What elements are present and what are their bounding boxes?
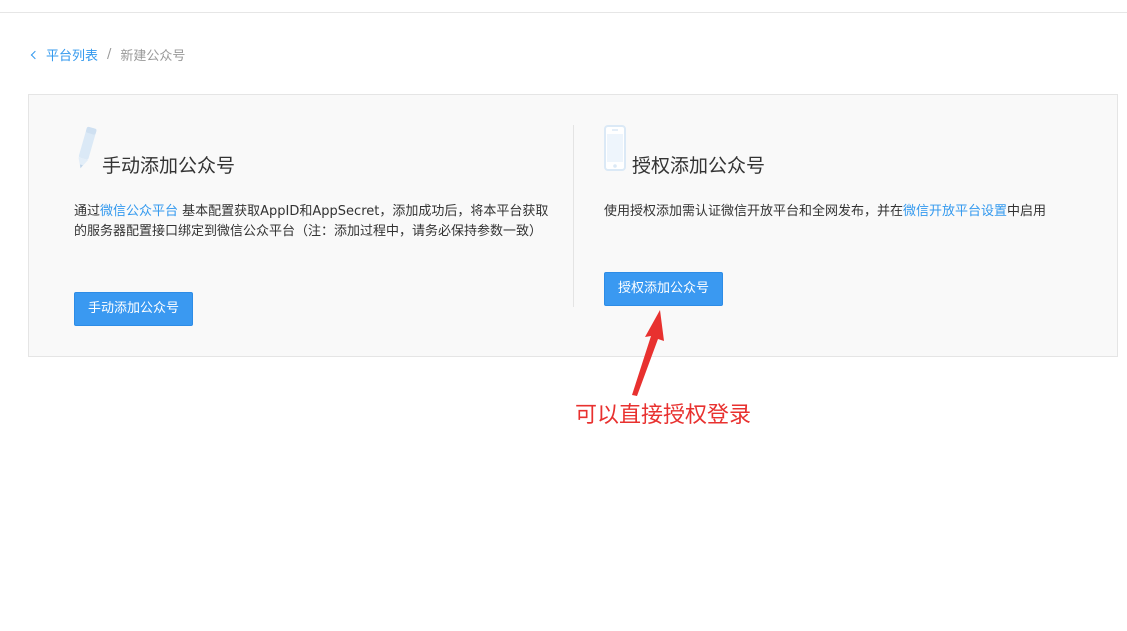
auth-card-description: 使用授权添加需认证微信开放平台和全网发布，并在微信开放平台设置中启用 — [604, 202, 1074, 222]
auth-desc-prefix: 使用授权添加需认证微信开放平台和全网发布，并在 — [604, 204, 904, 219]
auth-card-title: 授权添加公众号 — [632, 155, 766, 177]
add-account-panel: 手动添加公众号 通过微信公众平台 基本配置获取AppID和AppSecret，添… — [28, 94, 1118, 357]
wechat-mp-platform-link[interactable]: 微信公众平台 — [100, 204, 178, 219]
manual-add-button[interactable]: 手动添加公众号 — [74, 292, 194, 326]
breadcrumb: 平台列表 / 新建公众号 — [30, 45, 186, 64]
breadcrumb-current: 新建公众号 — [120, 48, 186, 64]
manual-card-description: 通过微信公众平台 基本配置获取AppID和AppSecret，添加成功后，将本平… — [74, 202, 559, 242]
red-arrow-annotation — [632, 310, 664, 396]
auth-desc-suffix: 中启用 — [1007, 204, 1047, 219]
auth-add-button[interactable]: 授权添加公众号 — [604, 272, 724, 306]
breadcrumb-platform-list-link[interactable]: 平台列表 — [46, 45, 98, 64]
manual-desc-prefix: 通过 — [74, 204, 101, 219]
annotation-text: 可以直接授权登录 — [575, 403, 752, 428]
top-bar — [0, 0, 1127, 13]
pencil-icon — [78, 126, 97, 169]
manual-card-title: 手动添加公众号 — [102, 155, 236, 177]
wechat-open-platform-settings-link[interactable]: 微信开放平台设置 — [903, 204, 1007, 219]
card-divider — [573, 125, 574, 307]
breadcrumb-separator: / — [107, 46, 112, 62]
phone-icon — [604, 125, 626, 171]
chevron-left-icon[interactable] — [30, 50, 40, 59]
